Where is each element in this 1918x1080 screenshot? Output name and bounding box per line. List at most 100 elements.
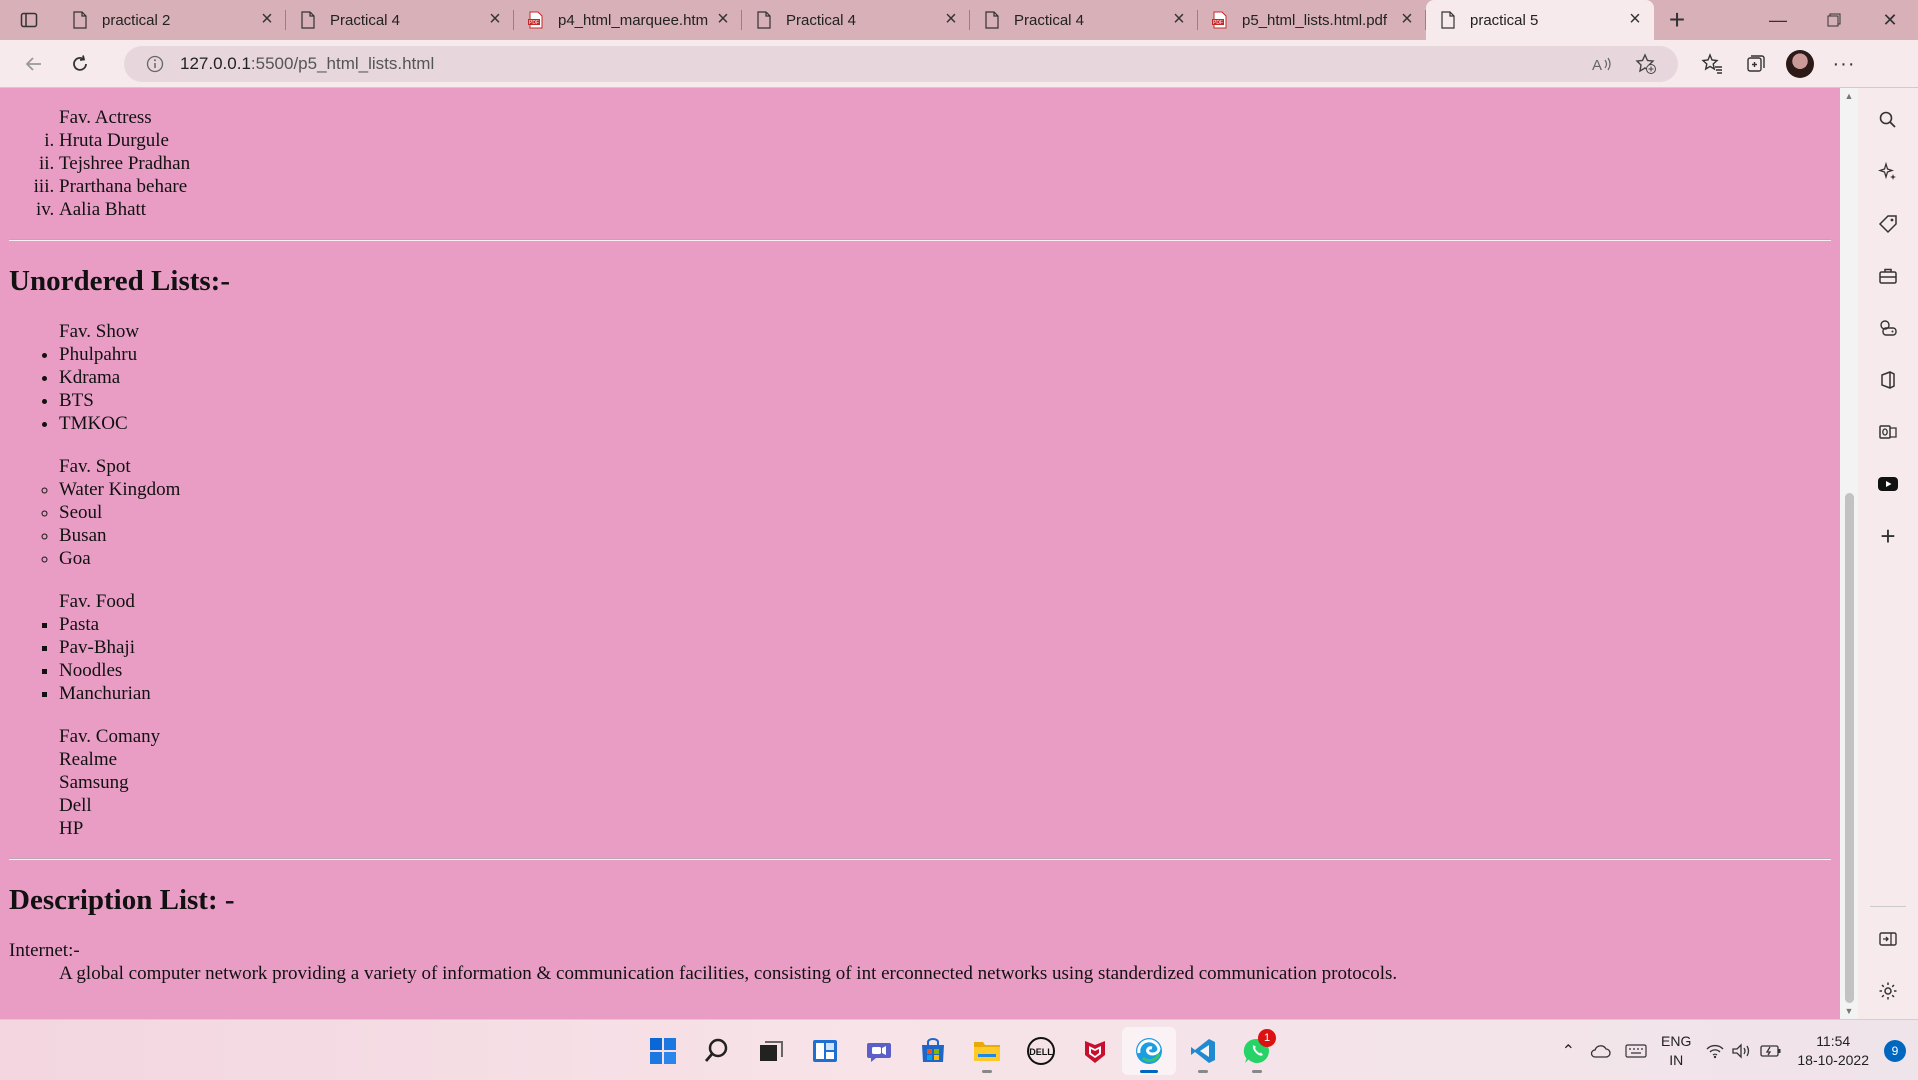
close-window-button[interactable]: ✕: [1862, 0, 1918, 40]
restore-button[interactable]: [1806, 0, 1862, 40]
browser-tab[interactable]: practical 5 ×: [1426, 0, 1654, 40]
divider: [9, 858, 1831, 860]
refresh-button[interactable]: [58, 46, 102, 82]
favorites-button[interactable]: [1690, 46, 1734, 82]
browser-tab[interactable]: practical 2 ×: [58, 0, 286, 40]
list-item: Busan: [59, 524, 1831, 547]
company-unordered-list: Realme Samsung Dell HP: [9, 748, 1831, 840]
edge-icon: [1136, 1038, 1162, 1064]
new-tab-button[interactable]: +: [1654, 0, 1700, 40]
browser-tab[interactable]: PDF p5_html_lists.html.pdf ×: [1198, 0, 1426, 40]
read-aloud-icon: A: [1592, 57, 1611, 73]
sidebar-settings-button[interactable]: [1868, 971, 1908, 1011]
read-aloud-button[interactable]: A: [1580, 46, 1624, 82]
list-item: Dell: [59, 795, 92, 816]
vertical-scrollbar[interactable]: ▲ ▼: [1840, 88, 1858, 1019]
close-icon: ✕: [1882, 9, 1898, 30]
tab-actions-button[interactable]: [0, 0, 58, 40]
running-indicator: [1198, 1070, 1208, 1073]
tab-close-icon[interactable]: ×: [714, 9, 732, 29]
description-list-heading: Description List: -: [9, 884, 235, 916]
list-item: HP: [59, 818, 84, 839]
sidebar-games-button[interactable]: [1868, 308, 1908, 348]
browser-tab[interactable]: Practical 4 ×: [742, 0, 970, 40]
page-icon: [985, 11, 999, 29]
tab-close-icon[interactable]: ×: [258, 9, 276, 29]
mcafee-button[interactable]: [1068, 1027, 1122, 1075]
input-language-button[interactable]: ENG IN: [1654, 1032, 1698, 1070]
profile-avatar[interactable]: [1786, 50, 1814, 78]
tab-close-icon[interactable]: ×: [1398, 9, 1416, 29]
settings-more-button[interactable]: ···: [1822, 46, 1866, 82]
sidebar-outlook-button[interactable]: [1868, 412, 1908, 452]
tab-title: Practical 4: [1014, 11, 1085, 29]
dell-button[interactable]: DELL: [1014, 1027, 1068, 1075]
widgets-icon: [813, 1040, 837, 1062]
file-explorer-button[interactable]: [960, 1027, 1014, 1075]
browser-tab[interactable]: Practical 4 ×: [970, 0, 1198, 40]
quick-settings-button[interactable]: [1698, 1042, 1790, 1059]
tab-close-icon[interactable]: ×: [942, 9, 960, 29]
task-view-button[interactable]: [744, 1027, 798, 1075]
whatsapp-button[interactable]: 1: [1230, 1027, 1284, 1075]
gear-icon: [1879, 982, 1897, 1000]
windows-start-icon: [650, 1038, 676, 1064]
address-bar[interactable]: 127.0.0.1:5500/p5_html_lists.html A: [124, 46, 1678, 82]
sidebar-office-button[interactable]: [1868, 360, 1908, 400]
plus-icon: +: [1880, 520, 1896, 551]
page-icon: [301, 11, 315, 29]
pdf-icon: PDF: [528, 11, 543, 29]
microsoft-store-button[interactable]: [906, 1027, 960, 1075]
tab-strip: practical 2 × Practical 4 × PDF p4_html_marqu…: [0, 0, 1918, 40]
back-button[interactable]: [12, 46, 56, 82]
svg-text:PDF: PDF: [529, 20, 539, 26]
tab-close-icon[interactable]: ×: [486, 9, 504, 29]
scroll-up-icon[interactable]: ▲: [1844, 91, 1854, 101]
clock-date: 18-10-2022: [1797, 1051, 1869, 1068]
collections-button[interactable]: [1734, 46, 1778, 82]
scroll-down-icon[interactable]: ▼: [1844, 1006, 1854, 1016]
sidebar-search-button[interactable]: [1868, 100, 1908, 140]
sidebar-shopping-button[interactable]: [1868, 204, 1908, 244]
list-item: Goa: [59, 547, 1831, 570]
web-page: Fav. Actress Hruta DurguleTejshree Pradh…: [0, 88, 1840, 1019]
description-list: Internet:- A global computer network pro…: [9, 939, 1831, 985]
sidebar-add-button[interactable]: +: [1868, 516, 1908, 556]
tab-close-icon[interactable]: ×: [1170, 9, 1188, 29]
clock-button[interactable]: 11:54 18-10-2022: [1790, 1032, 1876, 1070]
company-list-caption: Fav. Comany: [59, 726, 161, 747]
sidebar-tools-button[interactable]: [1868, 256, 1908, 296]
minimize-button[interactable]: —: [1750, 0, 1806, 40]
add-favorite-button[interactable]: [1624, 46, 1668, 82]
show-hidden-icons-button[interactable]: ⌃: [1555, 1041, 1582, 1061]
url-text[interactable]: 127.0.0.1:5500/p5_html_lists.html: [180, 54, 434, 74]
touch-keyboard-button[interactable]: [1618, 1043, 1654, 1059]
whatsapp-notification-badge: 1: [1258, 1029, 1276, 1047]
onedrive-button[interactable]: [1582, 1043, 1618, 1059]
browser-tab[interactable]: PDF p4_html_marquee.htm ×: [514, 0, 742, 40]
list-item: Hruta Durgule: [59, 129, 1831, 152]
scrollbar-thumb[interactable]: [1845, 493, 1854, 1003]
vscode-button[interactable]: [1176, 1027, 1230, 1075]
edge-button[interactable]: [1122, 1027, 1176, 1075]
browser-tab[interactable]: Practical 4 ×: [286, 0, 514, 40]
spot-list-caption: Fav. Spot: [59, 456, 131, 477]
tab-close-icon[interactable]: ×: [1626, 9, 1644, 29]
notification-center-badge[interactable]: 9: [1884, 1039, 1906, 1062]
show-list-caption: Fav. Show: [59, 321, 140, 342]
unordered-lists-heading: Unordered Lists:-: [9, 265, 230, 297]
sidebar-youtube-button[interactable]: [1868, 464, 1908, 504]
list-item: Prarthana behare: [59, 175, 1831, 198]
svg-text:A: A: [1592, 57, 1602, 73]
start-button[interactable]: [636, 1027, 690, 1075]
taskbar-search-button[interactable]: [690, 1027, 744, 1075]
sidebar-discover-button[interactable]: [1868, 152, 1908, 192]
widgets-button[interactable]: [798, 1027, 852, 1075]
search-icon: [1879, 111, 1896, 128]
site-info-icon[interactable]: [146, 55, 164, 73]
hide-sidebar-button[interactable]: [1868, 919, 1908, 959]
teams-chat-button[interactable]: [852, 1027, 906, 1075]
clock-time: 11:54: [1816, 1032, 1851, 1049]
page-content: Fav. Actress Hruta DurguleTejshree Pradh…: [9, 106, 1831, 985]
more-icon: ···: [1832, 52, 1856, 75]
